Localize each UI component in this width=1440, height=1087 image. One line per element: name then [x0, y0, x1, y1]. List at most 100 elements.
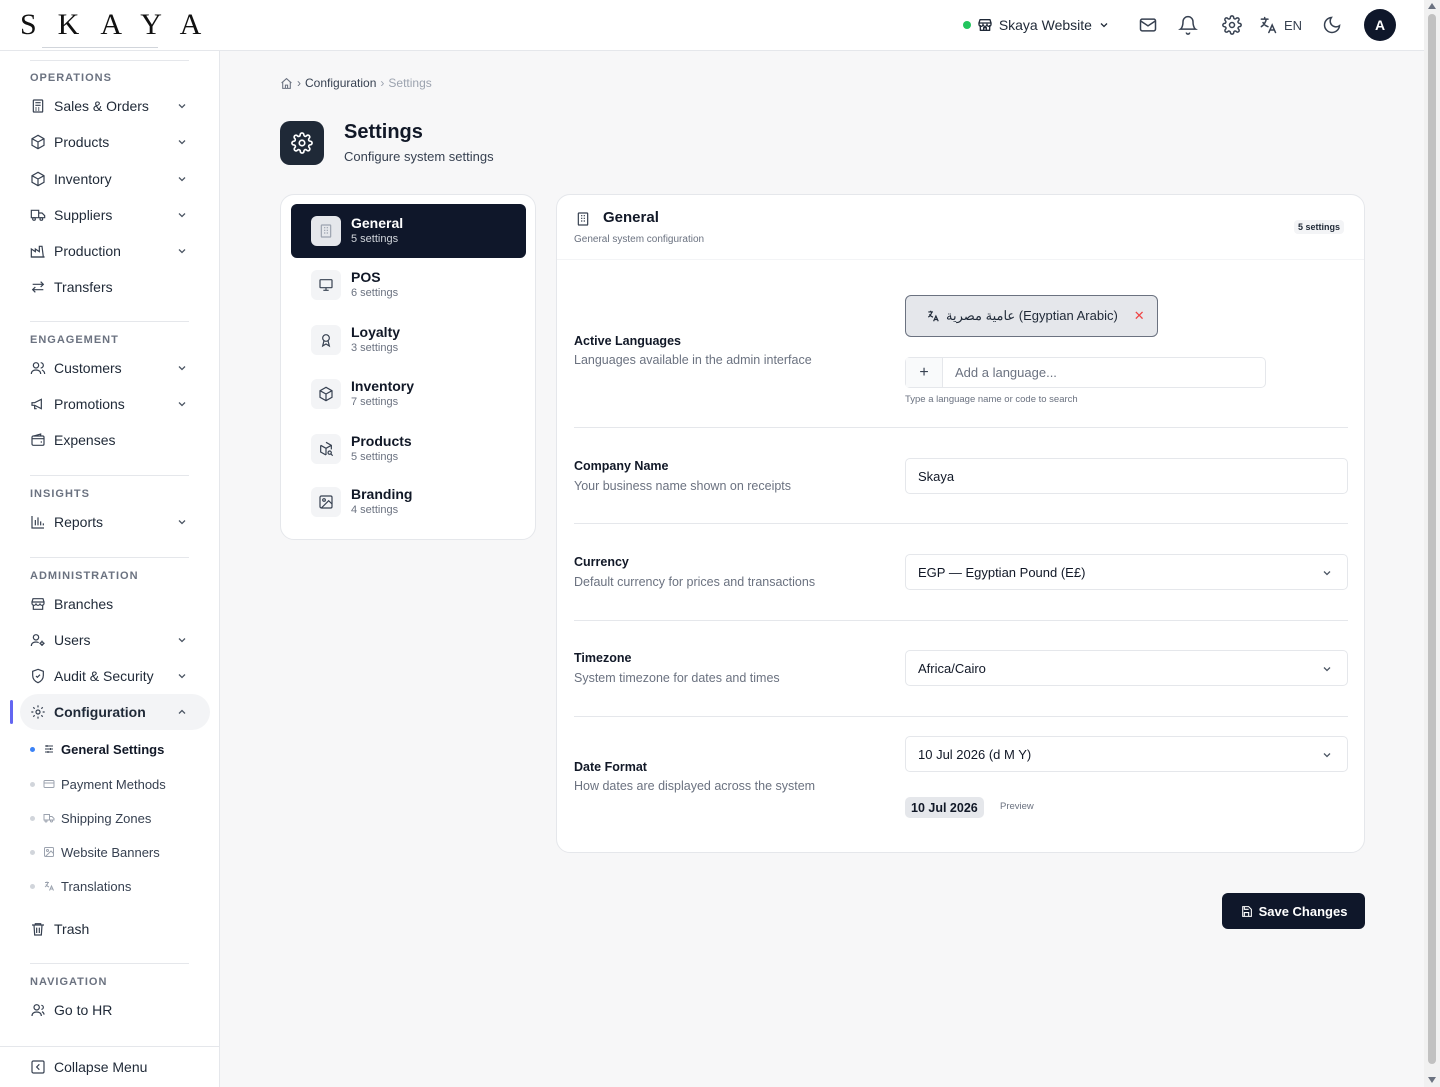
store-icon — [30, 596, 46, 612]
settings-header-icon — [280, 121, 324, 165]
date-format-label: Date Format — [574, 760, 647, 774]
sidebar-item-reports[interactable]: Reports — [20, 504, 210, 540]
sidebar-item-go-to-hr[interactable]: Go to HR — [20, 992, 210, 1028]
moon-icon[interactable] — [1312, 5, 1352, 45]
box-icon — [30, 171, 46, 187]
sidebar-item-label: Production — [54, 243, 121, 259]
date-format-select[interactable]: 10 Jul 2026 (d M Y) — [905, 736, 1348, 772]
currency-select[interactable]: EGP — Egyptian Pound (E£) — [905, 554, 1348, 590]
language-chip-label: عامية مصرية (Egyptian Arabic) — [946, 308, 1118, 323]
sidebar-item-label: Branches — [54, 596, 114, 612]
category-loyalty[interactable]: Loyalty 3 settings — [291, 313, 526, 367]
language-switcher[interactable]: EN — [1258, 15, 1302, 35]
home-icon[interactable] — [280, 77, 293, 90]
row-divider — [574, 427, 1348, 428]
sidebar-item-label: Products — [54, 134, 110, 150]
sidebar-item-branches[interactable]: Branches — [20, 586, 210, 622]
category-general[interactable]: General 5 settings — [291, 204, 526, 258]
currency-desc: Default currency for prices and transact… — [574, 575, 816, 589]
translate-icon — [926, 309, 940, 323]
category-count: 4 settings — [351, 504, 399, 516]
sidebar-item-production[interactable]: Production — [20, 233, 210, 269]
sidebar-item-label: Audit & Security — [54, 668, 154, 684]
chevron-up-icon — [176, 706, 188, 718]
collapse-menu-button[interactable]: Collapse Menu — [0, 1046, 219, 1087]
sidebar-subitem-shipping-zones[interactable]: Shipping Zones — [30, 806, 151, 830]
scrollbar-thumb[interactable] — [1428, 14, 1436, 1064]
add-language-button[interactable]: + — [906, 358, 943, 387]
sidebar-subitem-payment-methods[interactable]: Payment Methods — [30, 772, 166, 796]
transfer-arrows-icon — [30, 279, 46, 295]
sidebar-divider — [30, 321, 189, 322]
sidebar-subitem-label: Translations — [61, 878, 132, 894]
save-changes-button[interactable]: Save Changes — [1222, 893, 1365, 929]
user-key-icon — [30, 632, 46, 648]
row-divider — [574, 523, 1348, 524]
category-branding[interactable]: Branding 4 settings — [291, 475, 526, 529]
add-language-hint: Type a language name or code to search — [905, 394, 1078, 405]
panel-title: General — [603, 209, 659, 226]
category-title: General — [351, 215, 404, 231]
sidebar-item-sales-orders[interactable]: Sales & Orders — [20, 88, 210, 124]
page-scrollbar[interactable] — [1424, 0, 1440, 1087]
sidebar-item-transfers[interactable]: Transfers — [20, 269, 210, 305]
sidebar-subitem-translations[interactable]: Translations — [30, 874, 131, 898]
company-name-label: Company Name — [574, 459, 669, 473]
sidebar-item-configuration[interactable]: Configuration — [10, 694, 210, 730]
language-chip: عامية مصرية (Egyptian Arabic) ✕ — [905, 295, 1158, 337]
bar-chart-icon — [30, 514, 46, 530]
site-selector[interactable]: Skaya Website — [962, 17, 1110, 33]
online-status-dot — [962, 21, 971, 29]
inactive-dot — [30, 849, 35, 855]
timezone-desc: System timezone for dates and times — [574, 671, 780, 685]
sidebar-item-label: Promotions — [54, 396, 125, 412]
megaphone-icon — [30, 396, 46, 412]
brand-logo[interactable]: SKAYA — [20, 8, 222, 42]
category-products[interactable]: Products 5 settings — [291, 422, 526, 476]
currency-label: Currency — [574, 555, 629, 569]
inactive-dot — [30, 815, 35, 821]
sidebar-item-inventory[interactable]: Inventory — [20, 161, 210, 197]
category-inventory[interactable]: Inventory 7 settings — [291, 367, 526, 421]
sidebar-item-label: Go to HR — [54, 1002, 113, 1018]
sidebar-item-trash[interactable]: Trash — [20, 911, 210, 947]
truck-icon — [30, 207, 46, 223]
remove-language-icon[interactable]: ✕ — [1134, 308, 1145, 324]
sidebar-item-label: Transfers — [54, 279, 113, 295]
add-language-input[interactable] — [943, 365, 1243, 380]
timezone-select[interactable]: Africa/Cairo — [905, 650, 1348, 686]
package-search-icon — [311, 434, 341, 464]
sidebar-item-expenses[interactable]: Expenses — [20, 422, 210, 458]
inactive-dot — [30, 781, 35, 787]
sidebar-item-audit-security[interactable]: Audit & Security — [20, 658, 210, 694]
settings-panel: General General system configuration 5 s… — [556, 194, 1365, 853]
category-pos[interactable]: POS 6 settings — [291, 258, 526, 312]
award-icon — [311, 325, 341, 355]
date-preview: 10 Jul 2026 — [905, 797, 984, 818]
gear-icon[interactable] — [1212, 5, 1252, 45]
company-name-input[interactable] — [918, 468, 1338, 484]
mail-icon[interactable] — [1128, 5, 1168, 45]
sidebar-item-promotions[interactable]: Promotions — [20, 386, 210, 422]
sidebar-item-suppliers[interactable]: Suppliers — [20, 197, 210, 233]
bell-icon[interactable] — [1168, 5, 1208, 45]
chevron-down-icon — [176, 136, 188, 148]
chevron-down-icon — [176, 209, 188, 221]
sidebar-item-label: Configuration — [54, 704, 146, 720]
scroll-up-arrow[interactable] — [1428, 3, 1436, 9]
sidebar-item-users[interactable]: Users — [20, 622, 210, 658]
sidebar-subitem-website-banners[interactable]: Website Banners — [30, 840, 160, 864]
sidebar-item-customers[interactable]: Customers — [20, 350, 210, 386]
user-group-icon — [30, 1002, 46, 1018]
package-icon — [30, 134, 46, 150]
breadcrumb-configuration[interactable]: Configuration — [305, 76, 376, 90]
credit-card-icon — [43, 778, 55, 790]
avatar[interactable]: A — [1364, 9, 1396, 41]
scroll-down-arrow[interactable] — [1428, 1077, 1436, 1083]
sidebar-item-products[interactable]: Products — [20, 124, 210, 160]
date-format-value: 10 Jul 2026 (d M Y) — [918, 746, 1032, 762]
breadcrumb-separator: › — [297, 76, 301, 90]
sidebar-item-label: Suppliers — [54, 207, 113, 223]
chevron-down-icon — [1098, 19, 1110, 31]
sidebar-subitem-general-settings[interactable]: General Settings — [30, 737, 164, 761]
